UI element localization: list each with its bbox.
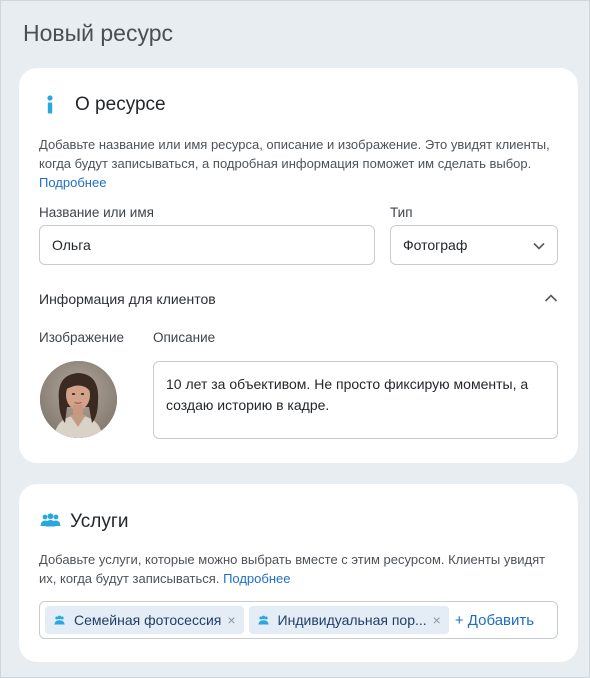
service-icon — [54, 615, 65, 625]
chevron-down-icon — [533, 239, 545, 255]
about-more-link[interactable]: Подробнее — [39, 175, 106, 190]
name-input-value: Ольга — [52, 237, 91, 253]
description-label: Описание — [153, 330, 216, 345]
services-card: Услуги Добавьте услуги, которые можно вы… — [19, 484, 578, 662]
service-icon — [257, 615, 269, 625]
chevron-up-icon[interactable] — [544, 290, 558, 308]
info-icon — [45, 95, 57, 115]
service-tag-label: Индивидуальная пор... — [277, 612, 427, 628]
service-tag[interactable]: Семейная фотосессия × — [45, 606, 244, 634]
about-description-text: Добавьте название или имя ресурса, описа… — [39, 137, 550, 171]
about-card: О ресурсе Добавьте название или имя ресу… — [19, 68, 578, 463]
avatar[interactable] — [40, 361, 117, 438]
type-label: Тип — [390, 205, 413, 220]
about-header: О ресурсе — [39, 94, 166, 116]
name-input[interactable]: Ольга — [39, 225, 375, 265]
services-tags-input[interactable]: Семейная фотосессия × Индивидуальная пор… — [39, 601, 558, 639]
name-label: Название или имя — [39, 205, 154, 220]
about-description: Добавьте название или имя ресурса, описа… — [39, 135, 564, 192]
page-title: Новый ресурс — [23, 20, 174, 46]
services-header: Услуги — [39, 511, 128, 533]
type-select[interactable]: Фотограф — [390, 225, 558, 265]
description-textarea-value: 10 лет за объективом. Не просто фиксирую… — [166, 376, 529, 413]
people-icon — [40, 512, 61, 532]
type-select-value: Фотограф — [403, 237, 468, 253]
remove-tag-icon[interactable]: × — [433, 612, 441, 628]
add-service-button[interactable]: + Добавить — [455, 612, 534, 629]
description-textarea[interactable]: 10 лет за объективом. Не просто фиксирую… — [153, 361, 558, 439]
remove-tag-icon[interactable]: × — [227, 612, 235, 628]
client-info-label: Информация для клиентов — [39, 291, 216, 307]
services-title: Услуги — [70, 511, 129, 532]
about-title: О ресурсе — [75, 94, 166, 115]
image-label: Изображение — [39, 330, 125, 345]
service-tag[interactable]: Индивидуальная пор... × — [248, 606, 449, 634]
service-tag-label: Семейная фотосессия — [74, 612, 222, 628]
services-description-text: Добавьте услуги, которые можно выбрать в… — [39, 552, 546, 586]
services-description: Добавьте услуги, которые можно выбрать в… — [39, 550, 564, 588]
client-info-toggle[interactable]: Информация для клиентов — [39, 290, 558, 308]
services-more-link[interactable]: Подробнее — [223, 571, 290, 586]
